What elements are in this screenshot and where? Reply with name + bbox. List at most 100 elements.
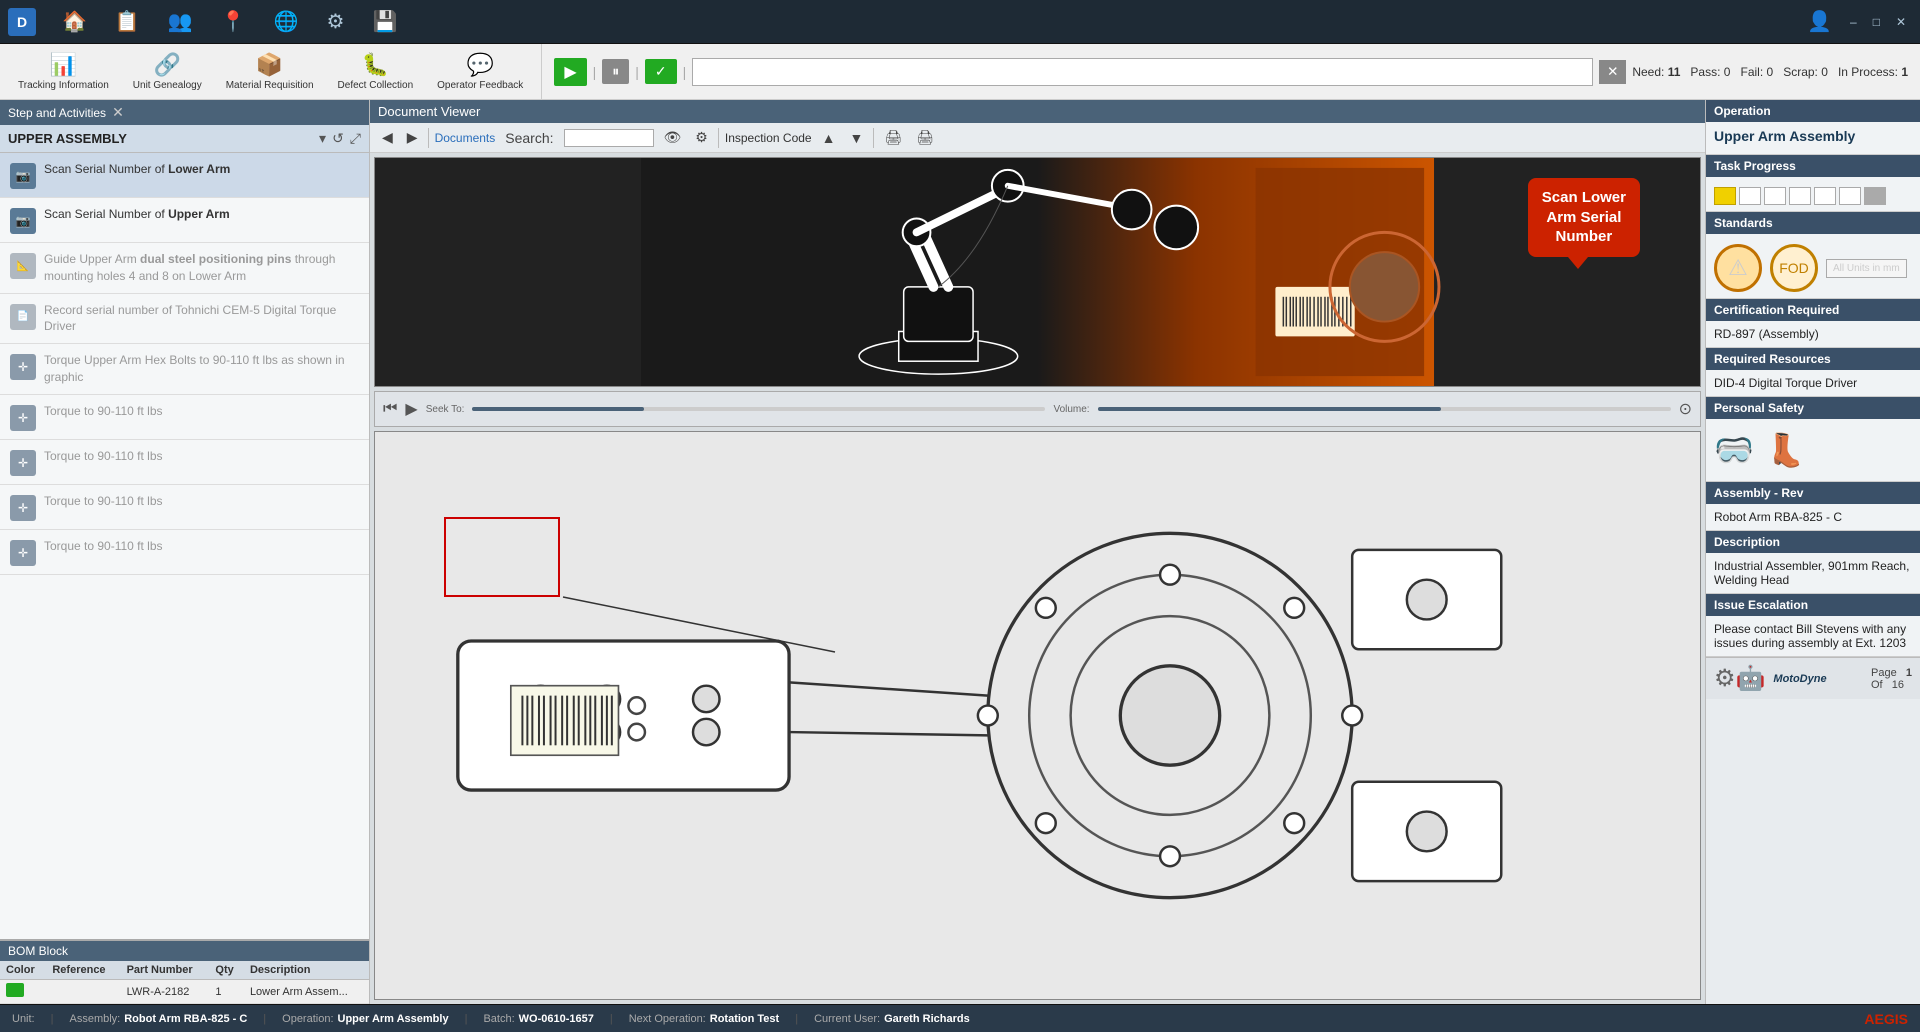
toolbar-genealogy[interactable]: 🔗 Unit Genealogy: [123, 48, 212, 95]
toolbar-tracking[interactable]: 📊 Tracking Information: [8, 48, 119, 95]
step-torque-6[interactable]: ✛ Torque to 90-110 ft lbs: [0, 395, 369, 440]
sep3: |: [465, 1013, 468, 1025]
step-scan-upper-arm[interactable]: 📷 Scan Serial Number of Upper Arm: [0, 198, 369, 243]
nav-home-icon[interactable]: 🏠: [54, 5, 95, 38]
pass-value: 0: [1724, 65, 1731, 79]
assembly-value: Robot Arm RBA-825 - C: [124, 1013, 247, 1025]
status-close-button[interactable]: ✕: [1599, 60, 1626, 84]
page-info: Page 1 Of 16: [1871, 667, 1912, 691]
nav-globe-icon[interactable]: 🌐: [266, 5, 307, 38]
play-sep: |: [593, 64, 597, 80]
asm-refresh-btn[interactable]: ↺: [332, 130, 344, 147]
assembly-rev-content: Robot Arm RBA-825 - C: [1706, 504, 1920, 531]
close-button[interactable]: ✕: [1890, 13, 1912, 31]
step-icon-9: ✛: [10, 540, 36, 566]
step-guide-upper-arm[interactable]: 📐 Guide Upper Arm dual steel positioning…: [0, 243, 369, 294]
bom-block: BOM Block Color Reference Part Number Qt…: [0, 939, 369, 1004]
nav-location-icon[interactable]: 📍: [213, 5, 254, 38]
nav-save-icon[interactable]: 💾: [364, 5, 405, 38]
doc-print1-btn[interactable]: 🖨: [880, 127, 906, 148]
nav-people-icon[interactable]: 👥: [160, 5, 201, 38]
asm-expand-btn[interactable]: ⤢: [350, 130, 361, 147]
in-process-value: 1: [1901, 65, 1908, 79]
user-icon[interactable]: 👤: [1807, 9, 1832, 34]
vid-volume-bar[interactable]: [1098, 407, 1671, 411]
play-button[interactable]: ▶: [554, 58, 586, 86]
pause-button[interactable]: ⏸: [602, 59, 629, 84]
sep2: |: [263, 1013, 266, 1025]
doc-back-btn[interactable]: ◀: [378, 127, 397, 148]
genealogy-icon: 🔗: [154, 52, 181, 78]
vid-volume-label: Volume:: [1053, 404, 1089, 415]
doc-toolbar-sep1: [428, 128, 429, 148]
in-process-label: In Process:: [1838, 65, 1898, 79]
topbar: D 🏠 📋 👥 📍 🌐 ⚙ 💾 👤 – □ ✕: [0, 0, 1920, 44]
vid-play-btn[interactable]: ▶: [405, 399, 417, 419]
doc-eye-btn[interactable]: 👁: [660, 127, 686, 148]
inspection-code-label: Inspection Code: [725, 131, 812, 145]
scrap-label: Scrap:: [1783, 65, 1818, 79]
doc-content: Scan Lower Arm Serial Number ⏮ ▶ Seek To…: [370, 153, 1705, 1004]
step-icon-6: ✛: [10, 405, 36, 431]
of-label: Of: [1871, 679, 1883, 691]
tp-box-3: [1764, 187, 1786, 205]
step-torque-hex[interactable]: ✛ Torque Upper Arm Hex Bolts to 90-110 f…: [0, 344, 369, 395]
vid-back-btn[interactable]: ⏮: [383, 400, 397, 418]
sep5: |: [795, 1013, 798, 1025]
minimize-button[interactable]: –: [1844, 13, 1863, 31]
doc-gear-btn[interactable]: ⚙: [691, 127, 712, 148]
step-torque-8[interactable]: ✛ Torque to 90-110 ft lbs: [0, 485, 369, 530]
step-record-serial[interactable]: 📄 Record serial number of Tohnichi CEM-5…: [0, 294, 369, 345]
assembly-item: Assembly: Robot Arm RBA-825 - C: [69, 1013, 247, 1025]
step-scan-lower-arm[interactable]: 📷 Scan Serial Number of Lower Arm: [0, 153, 369, 198]
standards-header: Standards: [1706, 212, 1920, 234]
toolbar-defect[interactable]: 🐛 Defect Collection: [328, 48, 424, 95]
step-torque-9[interactable]: ✛ Torque to 90-110 ft lbs: [0, 530, 369, 575]
step-icon-8: ✛: [10, 495, 36, 521]
safety-goggles-icon: 🥽: [1714, 431, 1754, 469]
step-text-2: Scan Serial Number of Upper Arm: [44, 206, 230, 223]
description-value: Industrial Assembler, 901mm Reach, Weldi…: [1714, 559, 1912, 587]
asm-down-btn[interactable]: ▾: [319, 130, 326, 147]
step-text-4: Record serial number of Tohnichi CEM-5 D…: [44, 302, 359, 336]
status-input[interactable]: [692, 58, 1593, 86]
need-stat: Need: 11 Pass: 0 Fail: 0 Scrap: 0 In Pro…: [1632, 65, 1908, 79]
left-panel: Step and Activities ✕ UPPER ASSEMBLY ▾ ↺…: [0, 100, 370, 1004]
nav-settings-icon[interactable]: ⚙: [319, 5, 353, 38]
operation-item: Operation: Upper Arm Assembly: [282, 1013, 448, 1025]
toolbar-material[interactable]: 📦 Material Requisition: [216, 48, 324, 95]
fail-value: 0: [1767, 65, 1774, 79]
batch-item: Batch: WO-0610-1657: [483, 1013, 593, 1025]
doc-toolbar: ◀ ▶ Documents Search: 👁 ⚙ Inspection Cod…: [370, 123, 1705, 153]
escalation-header: Issue Escalation: [1706, 594, 1920, 616]
document-viewer: Document Viewer ◀ ▶ Documents Search: 👁 …: [370, 100, 1705, 1004]
doc-search-input[interactable]: [564, 129, 654, 147]
nav-pages-icon[interactable]: 📋: [107, 5, 148, 38]
step-activities-close[interactable]: ✕: [112, 104, 124, 121]
right-panel: Operation Upper Arm Assembly Task Progre…: [1705, 100, 1920, 1004]
toolbar-row: 📊 Tracking Information 🔗 Unit Genealogy …: [0, 44, 1920, 100]
tp-box-7: [1864, 187, 1886, 205]
docs-link[interactable]: Documents: [435, 131, 496, 145]
doc-arr-down-btn[interactable]: ▼: [845, 128, 867, 148]
tp-box-6: [1839, 187, 1861, 205]
vid-fullscreen-btn[interactable]: ⊙: [1679, 399, 1692, 419]
maximize-button[interactable]: □: [1867, 13, 1886, 31]
batch-label: Batch:: [483, 1013, 514, 1025]
step-text-9: Torque to 90-110 ft lbs: [44, 538, 163, 555]
assembly-controls: ▾ ↺ ⤢: [319, 130, 361, 147]
doc-arr-up-btn[interactable]: ▲: [818, 128, 840, 148]
step-torque-7[interactable]: ✛ Torque to 90-110 ft lbs: [0, 440, 369, 485]
toolbar-feedback[interactable]: 💬 Operator Feedback: [427, 48, 533, 95]
operation-bb-label: Operation:: [282, 1013, 333, 1025]
window-controls: – □ ✕: [1844, 13, 1912, 31]
doc-forward-btn[interactable]: ▶: [403, 127, 422, 148]
vid-progress-bar[interactable]: [472, 407, 1045, 411]
bom-header: BOM Block: [0, 941, 369, 961]
step-activities-label: Step and Activities: [8, 106, 106, 120]
check-button[interactable]: ✓: [645, 59, 677, 84]
app-logo: D: [8, 8, 36, 36]
next-op-value: Rotation Test: [710, 1013, 779, 1025]
doc-print2-btn[interactable]: 🖨: [912, 127, 938, 148]
user-value: Gareth Richards: [884, 1013, 970, 1025]
